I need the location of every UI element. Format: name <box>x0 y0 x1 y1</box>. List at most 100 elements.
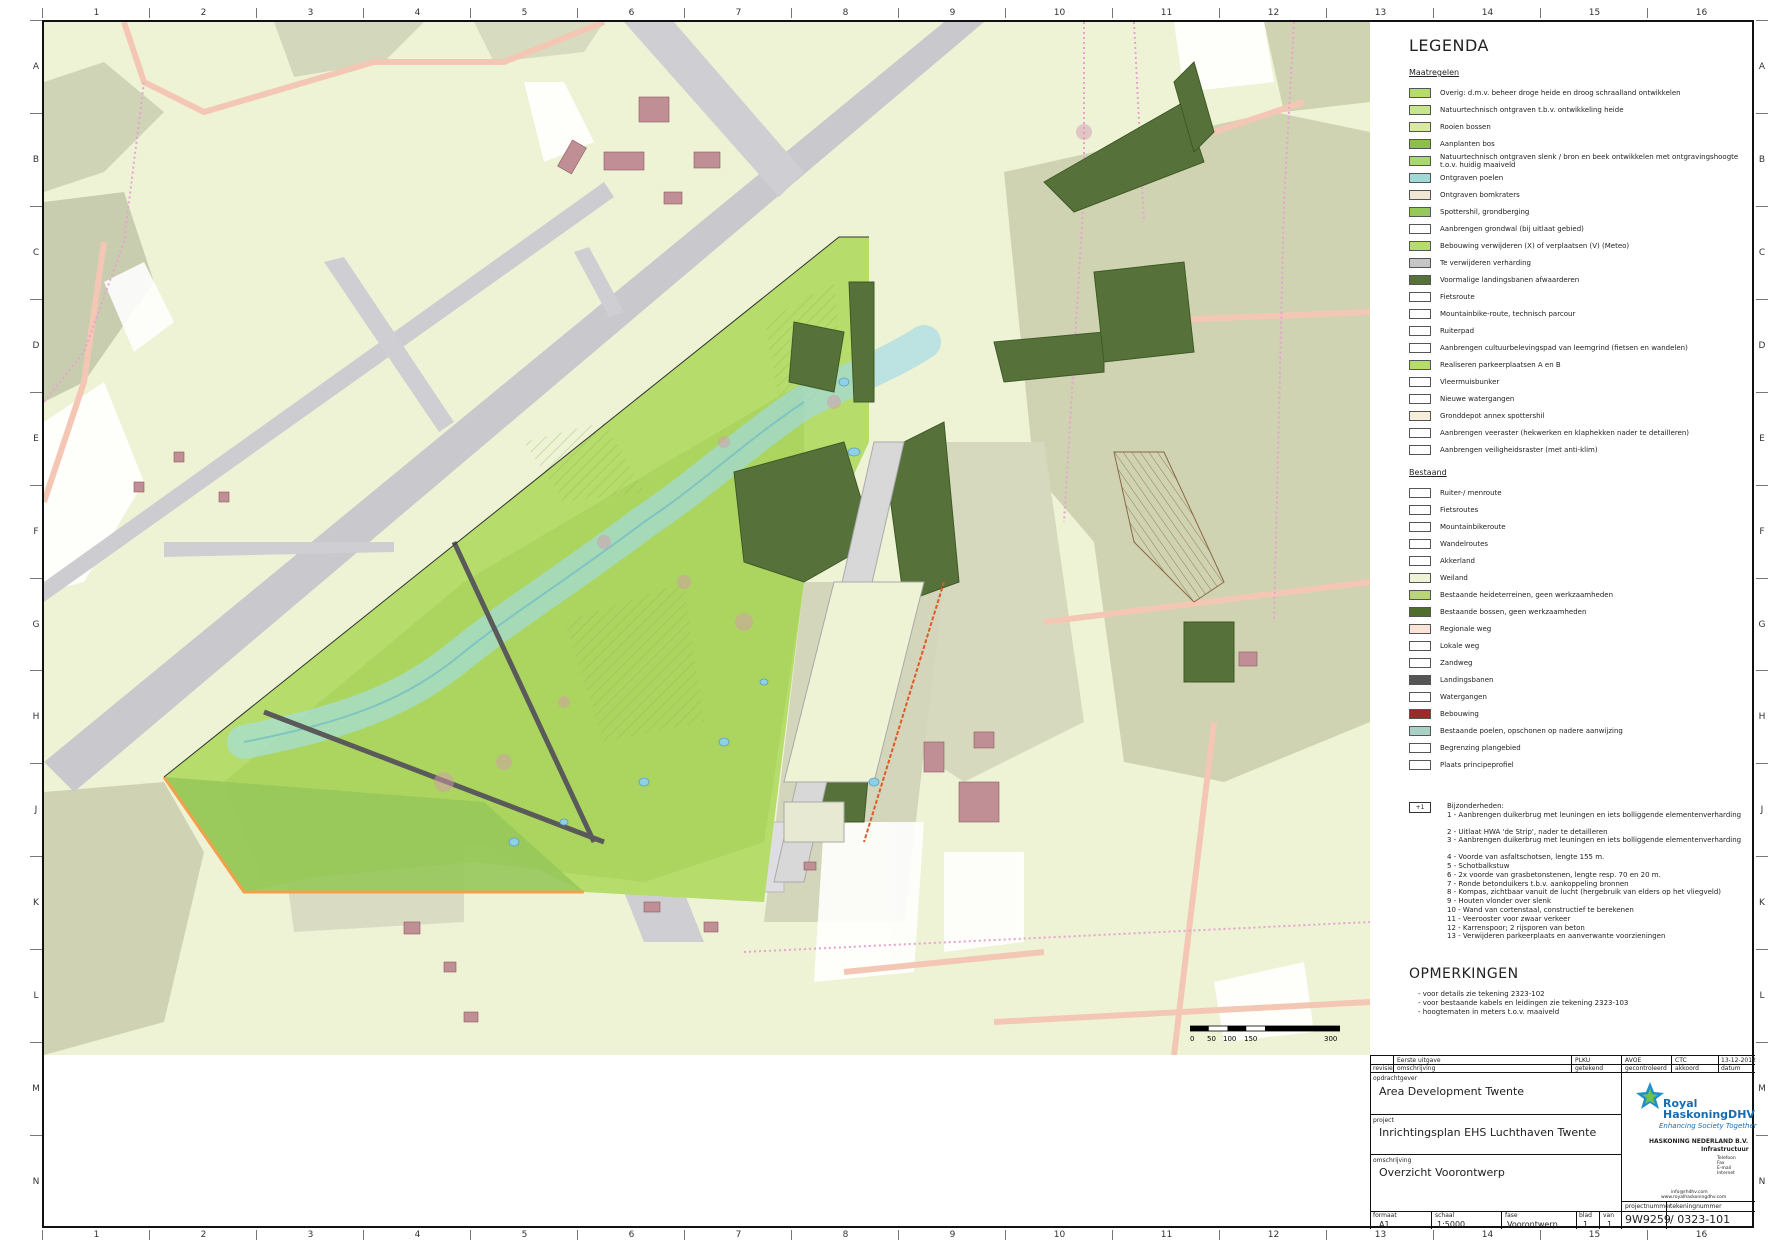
row-ruler-left: ABCDEFGHJKLMN <box>30 20 42 1228</box>
legend-measure-label: Aanbrengen grondwal (bij uitlaat gebied) <box>1440 224 1584 233</box>
row-ruler-right: ABCDEFGHJKLMN <box>1756 20 1768 1228</box>
legend-existing-swatch <box>1409 521 1431 532</box>
legend-measure-swatch <box>1409 240 1431 251</box>
legend-existing-swatch <box>1409 572 1431 583</box>
legend-measure-item: Te verwijderen verharding <box>1409 254 1749 271</box>
legend-existing-item: Bestaande poelen, opschonen op nadere aa… <box>1409 722 1749 739</box>
hdr-revisie: revisie <box>1373 1065 1393 1072</box>
label-sheet: blad <box>1579 1212 1592 1219</box>
legend-existing-swatch <box>1409 589 1431 600</box>
hdr-getekend: getekend <box>1575 1065 1604 1072</box>
legend-measure-item: Vleermuisbunker <box>1409 373 1749 390</box>
specifics-item: 11 - Veerooster voor zwaar verkeer <box>1447 914 1571 923</box>
hdr-akkoord: akkoord <box>1675 1065 1699 1072</box>
column-label-6: 6 <box>577 1230 685 1240</box>
legend-section-existing: Bestaand <box>1409 468 1447 477</box>
legend-existing-item: Begrenzing plangebied <box>1409 739 1749 756</box>
scale-label-100: 100 <box>1223 1035 1236 1043</box>
column-label-12: 12 <box>1219 8 1327 18</box>
hdr-gecontroleerd: gecontroleerd <box>1625 1065 1667 1072</box>
scale-bar: 0 50 100 150 300 <box>1190 1025 1340 1043</box>
legend-measure-item: Natuurtechnisch ontgraven t.b.v. ontwikk… <box>1409 101 1749 118</box>
legend-measure-label: Overig: d.m.v. beheer droge heide en dro… <box>1440 88 1681 97</box>
drawing-sheet: 1 2 3 4 5 6 7 8 9 10 11 12 13 14 15 16 1 2 3 4 5 6 7 8 9 10 11 12 1… <box>0 0 1772 1251</box>
marker-label: +1 <box>1409 802 1431 813</box>
legend-measure-label: Gronddepot annex spottershil <box>1440 411 1545 420</box>
legend-panel: LEGENDA Maatregelen Overig: d.m.v. behee… <box>1374 22 1752 1055</box>
legend-existing-label: Regionale weg <box>1440 624 1492 633</box>
legend-measure-swatch <box>1409 138 1431 149</box>
legend-existing-swatch <box>1409 691 1431 702</box>
row-label-M: M <box>1756 1042 1768 1136</box>
legend-measure-label: Aanplanten bos <box>1440 139 1495 148</box>
specifics-item: 8 - Kompas, zichtbaar vanuit de lucht (h… <box>1447 888 1722 897</box>
legend-measure-swatch <box>1409 87 1431 98</box>
company-logo-text: Royal HaskoningDHV <box>1663 1098 1755 1120</box>
scale-label-50: 50 <box>1207 1035 1216 1043</box>
legend-measure-item: Aanbrengen grondwal (bij uitlaat gebied) <box>1409 220 1749 237</box>
rev-description: Eerste uitgave <box>1397 1057 1441 1064</box>
row-label-M: M <box>30 1042 42 1136</box>
legend-existing-swatch <box>1409 623 1431 634</box>
remark-item: - hoogtematen in meters t.o.v. maaiveld <box>1418 1008 1560 1016</box>
legend-measure-item: Aanbrengen veeraster (hekwerken en klaph… <box>1409 424 1749 441</box>
legend-measure-item: Gronddepot annex spottershil <box>1409 407 1749 424</box>
legend-measure-swatch <box>1409 342 1431 353</box>
column-label-8: 8 <box>791 8 899 18</box>
legend-existing-label: Bestaande bossen, geen werkzaamheden <box>1440 607 1587 616</box>
legend-measure-swatch <box>1409 274 1431 285</box>
legend-measure-item: Ontgraven bomkraters <box>1409 186 1749 203</box>
legend-measure-item: Aanbrengen veiligheidsraster (met anti-k… <box>1409 441 1749 458</box>
legend-measure-label: Spottershil, grondberging <box>1440 207 1530 216</box>
company-tagline: Enhancing Society Together <box>1659 1122 1757 1130</box>
legend-measure-swatch <box>1409 257 1431 268</box>
legend-measure-swatch <box>1409 308 1431 319</box>
column-label-14: 14 <box>1433 8 1541 18</box>
scale-label-300: 300 <box>1324 1035 1337 1043</box>
legend-existing-swatch <box>1409 708 1431 719</box>
legend-existing-item: Bestaande bossen, geen werkzaamheden <box>1409 603 1749 620</box>
legend-existing-label: Mountainbikeroute <box>1440 522 1506 531</box>
company-logo-icon <box>1636 1082 1664 1109</box>
legend-existing-swatch <box>1409 725 1431 736</box>
specifics-item: 9 - Houten vlonder over slenk <box>1447 897 1552 906</box>
legend-existing-label: Ruiter-/ menroute <box>1440 488 1502 497</box>
legend-measure-swatch <box>1409 393 1431 404</box>
row-label-E: E <box>30 391 42 486</box>
column-label-7: 7 <box>684 1230 792 1240</box>
legend-existing-item: Landingsbanen <box>1409 671 1749 688</box>
legend-existing-label: Plaats principeprofiel <box>1440 760 1514 769</box>
legend-measure-item: Fietsroute <box>1409 288 1749 305</box>
client-name: Area Development Twente <box>1379 1085 1525 1098</box>
legend-existing-item: Regionale weg <box>1409 620 1749 637</box>
rev-approved: CTC <box>1675 1057 1687 1064</box>
legend-existing-label: Weiland <box>1440 573 1468 582</box>
legend-measure-label: Natuurtechnisch ontgraven slenk / bron e… <box>1440 152 1739 169</box>
legend-measure-swatch <box>1409 376 1431 387</box>
legend-existing-item: Plaats principeprofiel <box>1409 756 1749 773</box>
legend-measure-item: Bebouwing verwijderen (X) of verplaatsen… <box>1409 237 1749 254</box>
column-label-6: 6 <box>577 8 685 18</box>
legend-measure-item: Aanbrengen cultuurbelevingspad van leemg… <box>1409 339 1749 356</box>
contact-label: Internet <box>1717 1171 1735 1176</box>
column-label-4: 4 <box>363 1230 471 1240</box>
specifics-item: 3 - Aanbrengen duikerbrug met leuningen … <box>1447 836 1742 845</box>
hdr-datum: datum <box>1721 1065 1741 1072</box>
row-label-F: F <box>1756 484 1768 579</box>
legend-measure-swatch <box>1409 104 1431 115</box>
legend-existing-swatch <box>1409 674 1431 685</box>
row-label-H: H <box>1756 670 1768 764</box>
row-label-D: D <box>1756 298 1768 393</box>
column-label-12: 12 <box>1219 1230 1327 1240</box>
scale-value: 1:5000 <box>1437 1220 1466 1229</box>
row-label-B: B <box>30 112 42 207</box>
drawing-number: / 0323-101 <box>1670 1213 1731 1226</box>
column-label-11: 11 <box>1112 1230 1220 1240</box>
column-label-2: 2 <box>149 8 257 18</box>
column-ruler-bottom: 1 2 3 4 5 6 7 8 9 10 11 12 13 14 15 16 <box>42 1230 1754 1242</box>
specifics-group-3: 4 - Voorde van asfaltschotsen, lengte 15… <box>1447 853 1741 941</box>
legend-existing-label: Landingsbanen <box>1440 675 1494 684</box>
remark-item: - voor bestaande kabels en leidingen zie… <box>1418 999 1629 1007</box>
project-number: 9W9259 <box>1625 1213 1671 1226</box>
column-label-9: 9 <box>898 1230 1006 1240</box>
